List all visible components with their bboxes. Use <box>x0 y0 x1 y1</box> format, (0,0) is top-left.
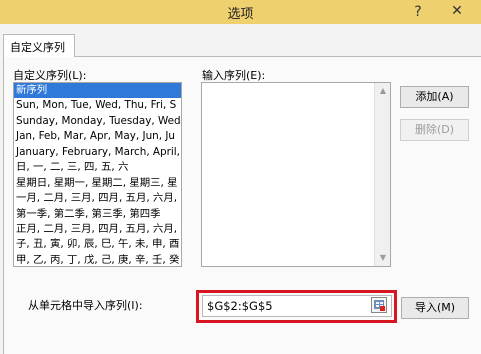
custom-lists-listbox[interactable]: 新序列 Sun, Mon, Tue, Wed, Thu, Fri, S Sunday… <box>13 82 182 267</box>
tab-custom-lists[interactable]: 自定义序列 <box>3 34 75 57</box>
input-list-label: 输入序列(E): <box>202 69 266 82</box>
custom-lists-label: 自定义序列(L): <box>13 69 87 82</box>
add-button[interactable]: 添加(A) <box>400 86 469 108</box>
list-item[interactable]: 一月, 二月, 三月, 四月, 五月, 六月, <box>14 191 181 206</box>
list-item[interactable]: 第一季, 第二季, 第三季, 第四季 <box>14 207 181 222</box>
list-item[interactable]: 新序列 <box>14 83 181 99</box>
close-button[interactable]: ✕ <box>434 0 480 22</box>
scroll-down-arrow-icon[interactable]: ▼ <box>375 250 391 266</box>
title-bar: 选项 ? ✕ <box>0 0 481 24</box>
vertical-scrollbar[interactable]: ▲ ▼ <box>374 83 390 266</box>
list-item[interactable]: Sunday, Monday, Tuesday, Wed <box>14 114 181 129</box>
list-item[interactable]: Sun, Mon, Tue, Wed, Thu, Fri, S <box>14 98 181 113</box>
list-item[interactable]: 正月, 二月, 三月, 四月, 五月, 六月, <box>14 222 181 237</box>
list-item[interactable]: 甲, 乙, 丙, 丁, 戊, 己, 庚, 辛, 壬, 癸 <box>14 253 181 266</box>
scroll-up-arrow-icon[interactable]: ▲ <box>375 83 391 99</box>
list-item[interactable]: 星期日, 星期一, 星期二, 星期三, 星 <box>14 176 181 191</box>
import-button[interactable]: 导入(M) <box>401 297 469 319</box>
delete-button[interactable]: 删除(D) <box>400 119 469 141</box>
list-item[interactable]: January, February, March, April, <box>14 145 181 160</box>
list-item[interactable]: 子, 丑, 寅, 卯, 辰, 巳, 午, 未, 申, 酉 <box>14 237 181 252</box>
help-button[interactable]: ? <box>408 2 428 22</box>
list-item[interactable]: Jan, Feb, Mar, Apr, May, Jun, Ju <box>14 129 181 144</box>
input-list-textarea[interactable]: ▲ ▼ <box>201 82 391 267</box>
import-range-label: 从单元格中导入序列(I): <box>28 299 143 312</box>
list-item[interactable]: 日, 一, 二, 三, 四, 五, 六 <box>14 160 181 175</box>
highlight-box <box>196 290 397 323</box>
